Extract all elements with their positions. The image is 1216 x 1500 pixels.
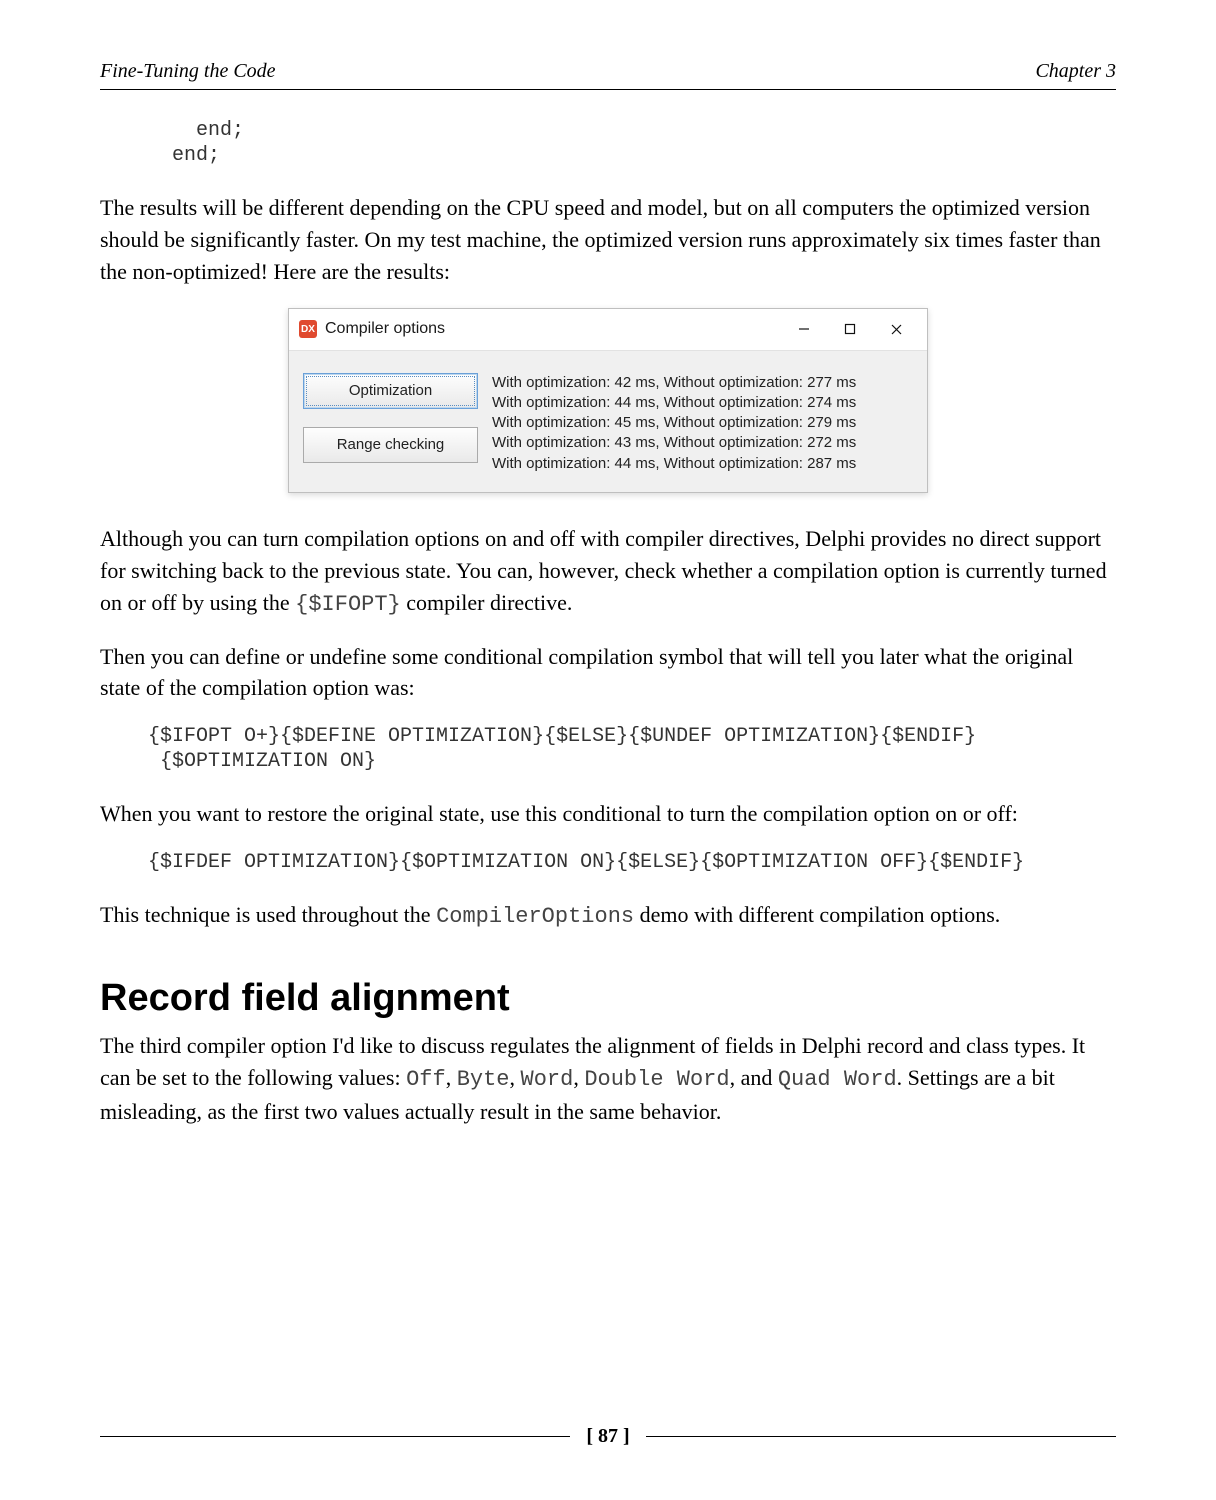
window-titlebar: DX Compiler options [289, 309, 927, 351]
compiler-options-window: DX Compiler options Optimization Range c… [288, 308, 928, 493]
close-button[interactable] [873, 309, 919, 350]
result-line: With optimization: 45 ms, Without optimi… [492, 413, 913, 433]
paragraph-restore: When you want to restore the original st… [100, 798, 1116, 830]
inline-code-compileroptions: CompilerOptions [436, 904, 634, 929]
app-icon: DX [299, 320, 317, 338]
button-column: Optimization Range checking [303, 373, 478, 474]
running-header-right: Chapter 3 [1035, 60, 1116, 83]
inline-code-byte: Byte [457, 1067, 510, 1092]
footer-rule-right [646, 1436, 1116, 1437]
range-checking-button-label: Range checking [337, 436, 445, 453]
code-block-ifopt-define: {$IFOPT O+}{$DEFINE OPTIMIZATION}{$ELSE}… [148, 724, 1116, 774]
minimize-icon [798, 323, 810, 335]
close-icon [890, 323, 903, 336]
results-panel: With optimization: 42 ms, Without optimi… [492, 373, 913, 474]
figure-compiler-options: DX Compiler options Optimization Range c… [100, 308, 1116, 493]
maximize-button[interactable] [827, 309, 873, 350]
optimization-button-label: Optimization [349, 382, 432, 399]
minimize-button[interactable] [781, 309, 827, 350]
paragraph-define-symbol: Then you can define or undefine some con… [100, 641, 1116, 705]
result-line: With optimization: 44 ms, Without optimi… [492, 454, 913, 474]
running-header: Fine-Tuning the Code Chapter 3 [100, 60, 1116, 90]
section-heading-record-alignment: Record field alignment [100, 977, 1116, 1020]
page-footer: [ 87 ] [0, 1425, 1216, 1448]
running-header-left: Fine-Tuning the Code [100, 60, 276, 83]
inline-code-off: Off [406, 1067, 446, 1092]
inline-code-word: Word [521, 1067, 574, 1092]
footer-rule-left [100, 1436, 570, 1437]
range-checking-button[interactable]: Range checking [303, 427, 478, 463]
optimization-button[interactable]: Optimization [303, 373, 478, 409]
page-number: [ 87 ] [570, 1425, 645, 1448]
paragraph-compileroptions: This technique is used throughout the Co… [100, 899, 1116, 933]
result-line: With optimization: 44 ms, Without optimi… [492, 393, 913, 413]
inline-code-ifopt: {$IFOPT} [295, 592, 401, 617]
inline-code-quad-word: Quad Word [778, 1067, 897, 1092]
paragraph-alignment: The third compiler option I'd like to di… [100, 1030, 1116, 1128]
inline-code-double-word: Double Word [584, 1067, 729, 1092]
result-line: With optimization: 43 ms, Without optimi… [492, 433, 913, 453]
maximize-icon [844, 323, 856, 335]
window-body: Optimization Range checking With optimiz… [289, 351, 927, 492]
result-line: With optimization: 42 ms, Without optimi… [492, 373, 913, 393]
paragraph-ifopt: Although you can turn compilation option… [100, 523, 1116, 621]
code-block-end: end; end; [148, 118, 1116, 168]
code-block-ifdef: {$IFDEF OPTIMIZATION}{$OPTIMIZATION ON}{… [148, 850, 1116, 875]
window-title: Compiler options [325, 320, 445, 338]
paragraph-intro: The results will be different depending … [100, 192, 1116, 288]
